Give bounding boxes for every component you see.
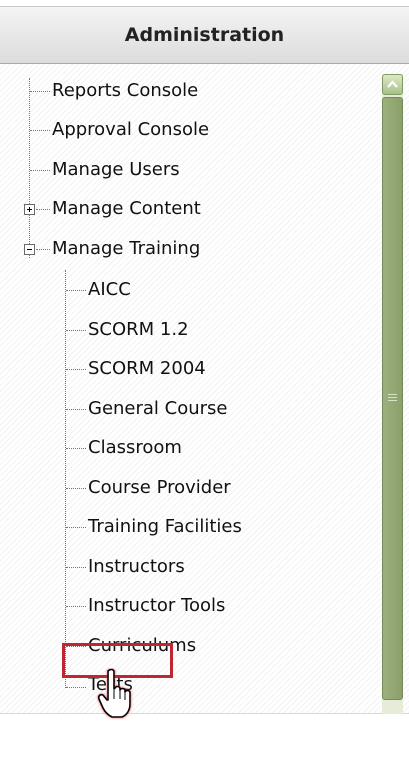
- chevron-up-icon: [387, 80, 398, 88]
- branch-line: [30, 130, 50, 131]
- scroll-up-button[interactable]: [382, 74, 403, 95]
- branch-line: [66, 488, 86, 489]
- branch-line: [66, 687, 86, 688]
- tree-item-manage-training[interactable]: Manage Training: [52, 234, 200, 264]
- collapse-minus-icon[interactable]: [24, 244, 35, 255]
- panel-title: Administration: [0, 6, 409, 64]
- branch-line: [66, 606, 86, 607]
- tree-item-manage-content[interactable]: Manage Content: [52, 194, 201, 224]
- branch-line: [66, 567, 86, 568]
- grip-icon: [388, 394, 397, 403]
- branch-line: [66, 369, 86, 370]
- branch-line: [66, 448, 86, 449]
- tree-container: Reports Console Approval Console Manage …: [0, 64, 409, 714]
- branch-line: [66, 330, 86, 331]
- tree-item-scorm-1-2[interactable]: SCORM 1.2: [88, 315, 189, 345]
- branch-line: [66, 409, 86, 410]
- tree-item-instructors[interactable]: Instructors: [88, 552, 185, 582]
- branch-line: [36, 249, 50, 250]
- branch-line: [66, 290, 86, 291]
- expand-plus-icon[interactable]: [24, 204, 35, 215]
- tree-item-classroom[interactable]: Classroom: [88, 433, 182, 463]
- branch-line: [36, 209, 50, 210]
- tree-item-approval-console[interactable]: Approval Console: [52, 115, 209, 145]
- tree-item-scorm-2004[interactable]: SCORM 2004: [88, 354, 206, 384]
- tree-item-instructor-tools[interactable]: Instructor Tools: [88, 591, 225, 621]
- tree-subtrunk-line: [65, 270, 66, 688]
- admin-tree-panel: Administration Reports Console Approval …: [0, 0, 409, 767]
- tree-item-aicc[interactable]: AICC: [88, 275, 131, 305]
- branch-line: [30, 91, 50, 92]
- tree-item-training-facilities[interactable]: Training Facilities: [88, 512, 242, 542]
- scroll-thumb[interactable]: [382, 97, 403, 700]
- tree-item-course-provider[interactable]: Course Provider: [88, 473, 231, 503]
- tree-item-manage-users[interactable]: Manage Users: [52, 155, 180, 185]
- branch-line: [30, 170, 50, 171]
- branch-line: [66, 527, 86, 528]
- tree-trunk-line: [29, 78, 30, 258]
- vertical-scrollbar[interactable]: [382, 74, 403, 714]
- tree-item-reports-console[interactable]: Reports Console: [52, 76, 198, 106]
- hand-pointer-icon: [97, 668, 131, 718]
- tree-item-general-course[interactable]: General Course: [88, 394, 228, 424]
